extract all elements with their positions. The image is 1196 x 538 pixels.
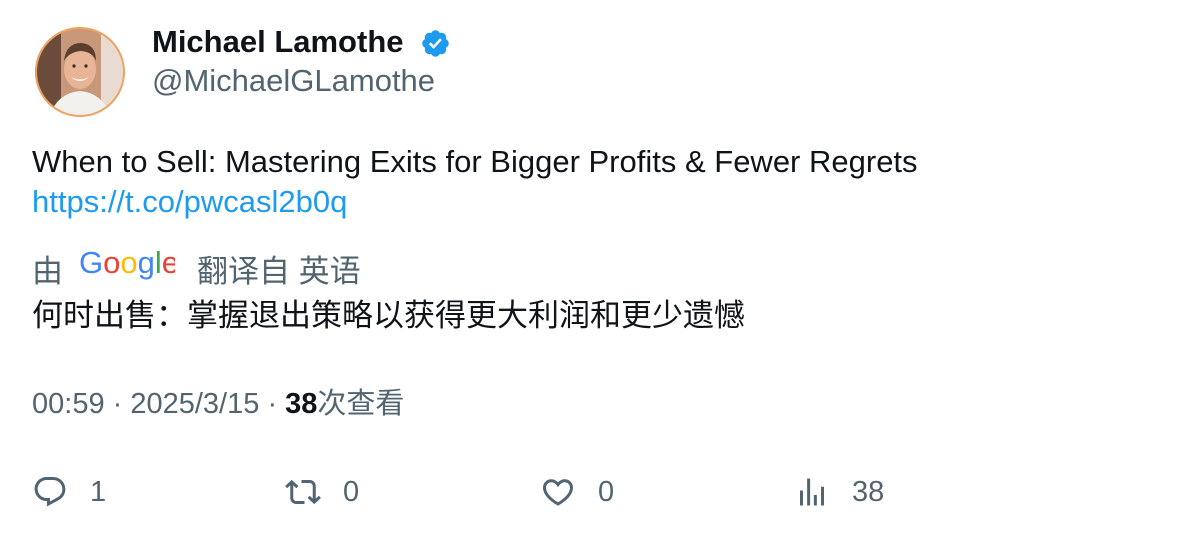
translated-text: 何时出售：掌握退出策略以获得更大利润和更少遗憾 [32, 298, 745, 333]
views-icon [800, 478, 824, 506]
meta-separator: · [267, 388, 286, 420]
tweet-meta: 00:59 · 2025/3/15 · 38次查看 [32, 384, 404, 424]
meta-separator: · [112, 388, 131, 420]
reply-button[interactable]: 1 [32, 472, 106, 512]
views-action-count: 38 [852, 475, 885, 508]
tweet-card: Michael Lamothe @MichaelGLamothe When to… [0, 0, 1196, 538]
tweet-time[interactable]: 00:59 [32, 388, 105, 420]
translation-prefix: 由 [32, 253, 63, 289]
tweet-text: When to Sell: Mastering Exits for Bigger… [32, 144, 918, 179]
reply-icon [34, 477, 66, 507]
like-icon [542, 479, 574, 506]
views-label: 次查看 [317, 388, 405, 420]
like-count: 0 [598, 475, 615, 508]
verified-badge-icon[interactable] [420, 28, 451, 59]
user-handle[interactable]: @MichaelGLamothe [152, 61, 435, 101]
display-name[interactable]: Michael Lamothe [152, 22, 404, 62]
like-button[interactable]: 0 [540, 472, 614, 512]
reply-count: 1 [90, 475, 107, 508]
svg-text:Google: Google [79, 245, 175, 280]
views-count: 38 [285, 388, 318, 420]
translation-source-language[interactable]: 翻译自 英语 [197, 246, 361, 291]
tweet-date[interactable]: 2025/3/15 [130, 388, 259, 420]
retweet-count: 0 [343, 475, 360, 508]
retweet-icon [285, 479, 321, 505]
retweet-button[interactable]: 0 [285, 472, 359, 512]
tweet-link[interactable]: https://t.co/pwcasl2b0q [32, 182, 347, 222]
avatar[interactable] [35, 27, 125, 117]
views-button[interactable]: 38 [794, 472, 884, 512]
translation-attribution: 由 Google 翻译自 英语 [32, 244, 361, 292]
google-logo: Google [79, 244, 179, 292]
